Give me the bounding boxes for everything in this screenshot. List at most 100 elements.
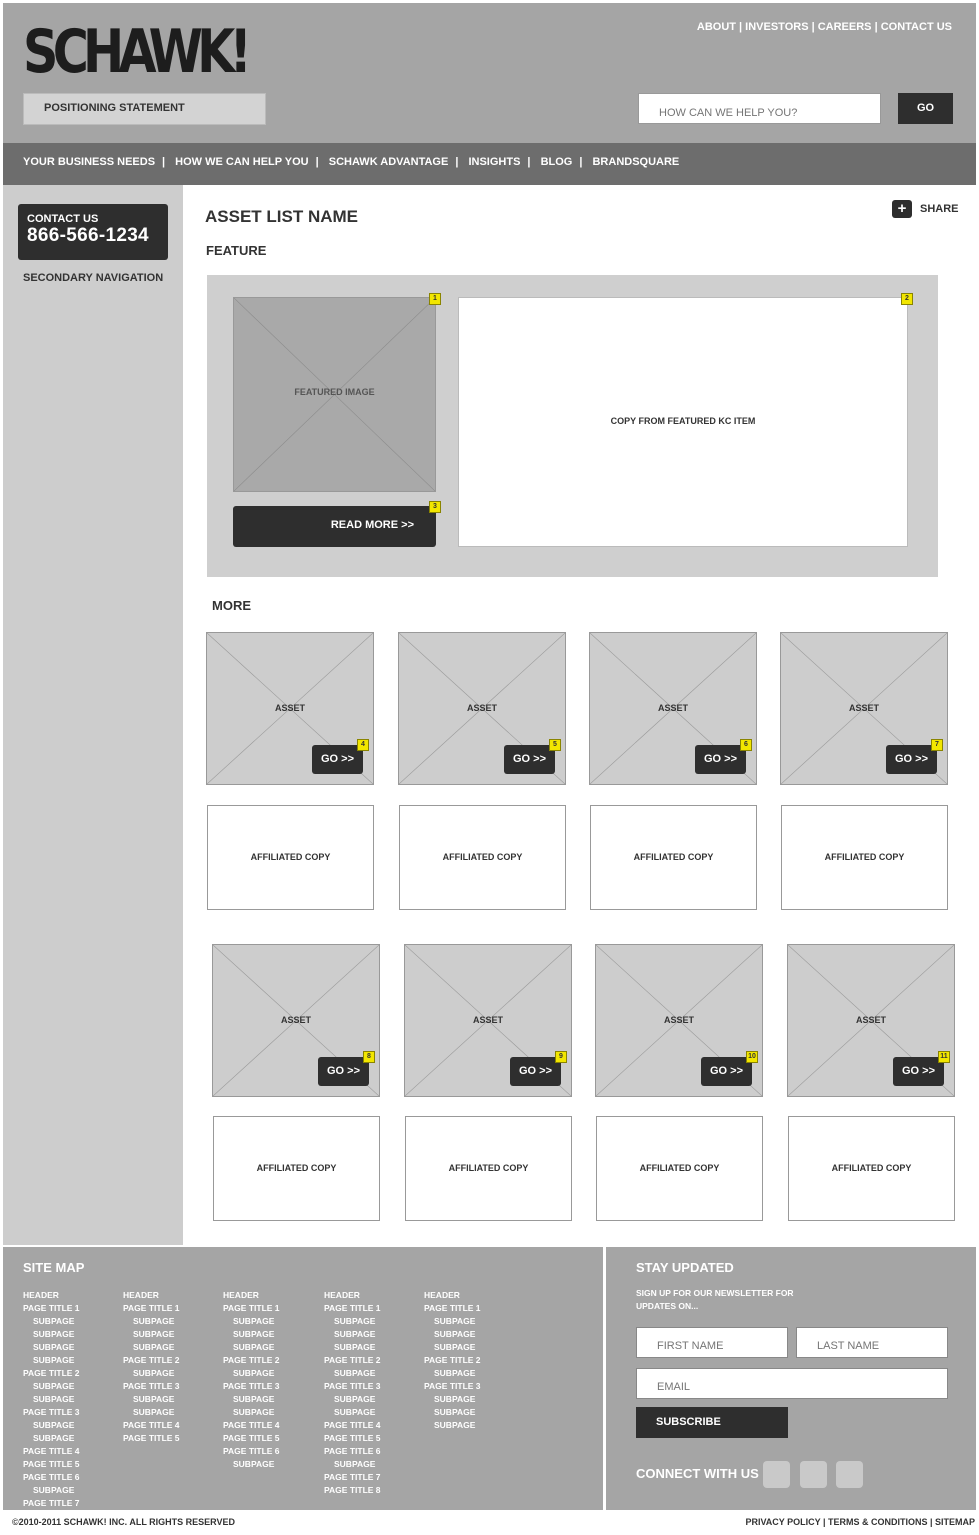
- sitemap-subpage-link[interactable]: SUBPAGE: [23, 1484, 80, 1497]
- sitemap-page-link[interactable]: PAGE TITLE 4: [123, 1419, 180, 1432]
- sitemap-page-link[interactable]: PAGE TITLE 5: [123, 1432, 180, 1445]
- legal-links[interactable]: PRIVACY POLICY | TERMS & CONDITIONS | SI…: [745, 1517, 975, 1527]
- asset-tile[interactable]: ASSET GO >> 6: [589, 632, 757, 785]
- go-button[interactable]: GO >>: [886, 745, 937, 774]
- sitemap-page-link[interactable]: PAGE TITLE 7: [23, 1497, 80, 1510]
- sitemap-page-link[interactable]: PAGE TITLE 1: [123, 1302, 180, 1315]
- sitemap-page-link[interactable]: PAGE TITLE 1: [23, 1302, 80, 1315]
- social-icon[interactable]: [763, 1461, 790, 1488]
- sitemap-subpage-link[interactable]: SUBPAGE: [123, 1341, 180, 1354]
- sitemap-subpage-link[interactable]: SUBPAGE: [123, 1315, 180, 1328]
- sitemap-header[interactable]: HEADER: [23, 1289, 80, 1302]
- sitemap-subpage-link[interactable]: SUBPAGE: [424, 1315, 481, 1328]
- sitemap-page-link[interactable]: PAGE TITLE 3: [123, 1380, 180, 1393]
- sitemap-subpage-link[interactable]: SUBPAGE: [123, 1393, 180, 1406]
- sitemap-subpage-link[interactable]: SUBPAGE: [23, 1432, 80, 1445]
- sitemap-subpage-link[interactable]: SUBPAGE: [23, 1341, 80, 1354]
- read-more-button[interactable]: READ MORE >>: [233, 506, 436, 547]
- first-name-field[interactable]: [636, 1327, 788, 1358]
- sitemap-page-link[interactable]: PAGE TITLE 2: [424, 1354, 481, 1367]
- sitemap-page-link[interactable]: PAGE TITLE 6: [23, 1471, 80, 1484]
- sitemap-page-link[interactable]: PAGE TITLE 5: [23, 1458, 80, 1471]
- sitemap-page-link[interactable]: PAGE TITLE 6: [324, 1445, 381, 1458]
- sitemap-subpage-link[interactable]: SUBPAGE: [23, 1328, 80, 1341]
- nav-item-insights[interactable]: INSIGHTS: [468, 156, 520, 168]
- sitemap-page-link[interactable]: PAGE TITLE 4: [23, 1445, 80, 1458]
- sitemap-page-link[interactable]: PAGE TITLE 2: [23, 1367, 80, 1380]
- sitemap-subpage-link[interactable]: SUBPAGE: [424, 1419, 481, 1432]
- asset-tile[interactable]: ASSET GO >> 11: [787, 944, 955, 1097]
- sitemap-subpage-link[interactable]: SUBPAGE: [424, 1406, 481, 1419]
- asset-tile[interactable]: ASSET GO >> 5: [398, 632, 566, 785]
- go-button[interactable]: GO >>: [893, 1057, 944, 1086]
- subscribe-button[interactable]: SUBSCRIBE: [636, 1407, 788, 1438]
- email-field[interactable]: [636, 1368, 948, 1399]
- go-button[interactable]: GO >>: [510, 1057, 561, 1086]
- sitemap-header[interactable]: HEADER: [424, 1289, 481, 1302]
- sitemap-subpage-link[interactable]: SUBPAGE: [223, 1393, 280, 1406]
- go-button[interactable]: GO >>: [701, 1057, 752, 1086]
- sitemap-header[interactable]: HEADER: [324, 1289, 381, 1302]
- asset-tile[interactable]: ASSET GO >> 9: [404, 944, 572, 1097]
- social-icon[interactable]: [800, 1461, 827, 1488]
- featured-image-placeholder[interactable]: FEATURED IMAGE: [233, 297, 436, 492]
- asset-tile[interactable]: ASSET GO >> 7: [780, 632, 948, 785]
- sitemap-subpage-link[interactable]: SUBPAGE: [424, 1393, 481, 1406]
- sitemap-subpage-link[interactable]: SUBPAGE: [223, 1406, 280, 1419]
- sitemap-page-link[interactable]: PAGE TITLE 3: [223, 1380, 280, 1393]
- sitemap-page-link[interactable]: PAGE TITLE 3: [324, 1380, 381, 1393]
- sitemap-page-link[interactable]: PAGE TITLE 4: [324, 1419, 381, 1432]
- go-button[interactable]: GO >>: [312, 745, 363, 774]
- nav-item-business-needs[interactable]: YOUR BUSINESS NEEDS: [23, 156, 155, 168]
- sitemap-subpage-link[interactable]: SUBPAGE: [123, 1328, 180, 1341]
- sitemap-page-link[interactable]: PAGE TITLE 1: [324, 1302, 381, 1315]
- sitemap-subpage-link[interactable]: SUBPAGE: [23, 1354, 80, 1367]
- sitemap-subpage-link[interactable]: SUBPAGE: [324, 1458, 381, 1471]
- sitemap-subpage-link[interactable]: SUBPAGE: [123, 1406, 180, 1419]
- sitemap-subpage-link[interactable]: SUBPAGE: [324, 1367, 381, 1380]
- asset-tile[interactable]: ASSET GO >> 8: [212, 944, 380, 1097]
- nav-item-brandsquare[interactable]: BRANDSQUARE: [592, 156, 679, 168]
- nav-item-schawk-advantage[interactable]: SCHAWK ADVANTAGE: [329, 156, 449, 168]
- sitemap-subpage-link[interactable]: SUBPAGE: [223, 1367, 280, 1380]
- sitemap-page-link[interactable]: PAGE TITLE 6: [223, 1445, 280, 1458]
- sitemap-subpage-link[interactable]: SUBPAGE: [223, 1315, 280, 1328]
- sitemap-page-link[interactable]: PAGE TITLE 3: [23, 1406, 80, 1419]
- sitemap-subpage-link[interactable]: SUBPAGE: [123, 1367, 180, 1380]
- sitemap-page-link[interactable]: PAGE TITLE 5: [223, 1432, 280, 1445]
- sitemap-subpage-link[interactable]: SUBPAGE: [23, 1315, 80, 1328]
- sitemap-header[interactable]: HEADER: [223, 1289, 280, 1302]
- sitemap-page-link[interactable]: PAGE TITLE 2: [123, 1354, 180, 1367]
- sitemap-page-link[interactable]: PAGE TITLE 1: [424, 1302, 481, 1315]
- secondary-navigation[interactable]: SECONDARY NAVIGATION: [23, 272, 163, 284]
- sitemap-subpage-link[interactable]: SUBPAGE: [23, 1419, 80, 1432]
- sitemap-subpage-link[interactable]: SUBPAGE: [23, 1393, 80, 1406]
- last-name-field[interactable]: [796, 1327, 948, 1358]
- sitemap-page-link[interactable]: PAGE TITLE 2: [324, 1354, 381, 1367]
- sitemap-subpage-link[interactable]: SUBPAGE: [23, 1380, 80, 1393]
- sitemap-page-link[interactable]: PAGE TITLE 8: [324, 1484, 381, 1497]
- sitemap-subpage-link[interactable]: SUBPAGE: [324, 1328, 381, 1341]
- sitemap-page-link[interactable]: PAGE TITLE 5: [324, 1432, 381, 1445]
- go-button[interactable]: GO >>: [318, 1057, 369, 1086]
- sitemap-subpage-link[interactable]: SUBPAGE: [424, 1328, 481, 1341]
- sitemap-subpage-link[interactable]: SUBPAGE: [324, 1393, 381, 1406]
- schawk-logo[interactable]: SCHAWK!: [23, 17, 252, 87]
- nav-item-how-we-help[interactable]: HOW WE CAN HELP YOU: [175, 156, 308, 168]
- sitemap-page-link[interactable]: PAGE TITLE 7: [324, 1471, 381, 1484]
- sitemap-page-link[interactable]: PAGE TITLE 3: [424, 1380, 481, 1393]
- search-input[interactable]: [638, 93, 881, 124]
- sitemap-subpage-link[interactable]: SUBPAGE: [324, 1406, 381, 1419]
- search-go-button[interactable]: GO: [898, 93, 953, 124]
- sitemap-subpage-link[interactable]: SUBPAGE: [424, 1367, 481, 1380]
- sitemap-subpage-link[interactable]: SUBPAGE: [223, 1341, 280, 1354]
- sitemap-subpage-link[interactable]: SUBPAGE: [424, 1341, 481, 1354]
- go-button[interactable]: GO >>: [504, 745, 555, 774]
- contact-us-box[interactable]: CONTACT US 866-566-1234: [18, 204, 168, 260]
- sitemap-subpage-link[interactable]: SUBPAGE: [223, 1328, 280, 1341]
- go-button[interactable]: GO >>: [695, 745, 746, 774]
- sitemap-subpage-link[interactable]: SUBPAGE: [324, 1341, 381, 1354]
- asset-tile[interactable]: ASSET GO >> 10: [595, 944, 763, 1097]
- sitemap-page-link[interactable]: PAGE TITLE 2: [223, 1354, 280, 1367]
- sitemap-page-link[interactable]: PAGE TITLE 4: [223, 1419, 280, 1432]
